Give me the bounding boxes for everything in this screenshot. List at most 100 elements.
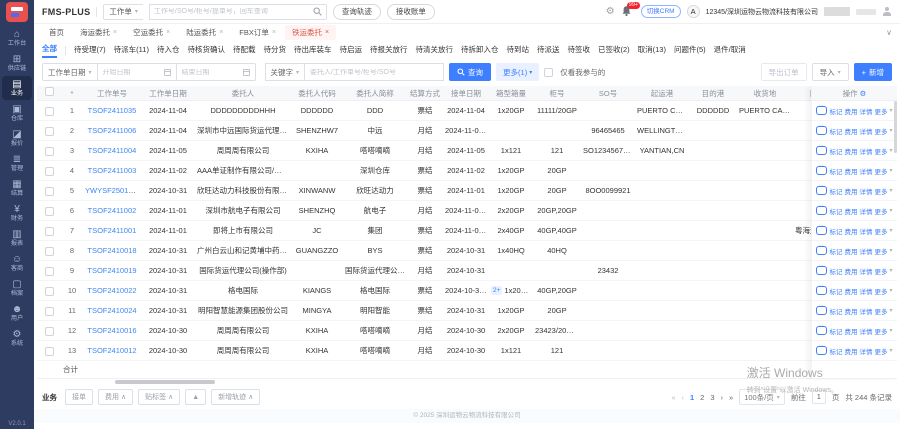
sidebar-item-4[interactable]: ◪报价 (2, 126, 32, 150)
action-更多[interactable]: 更多 (874, 306, 887, 316)
close-icon[interactable]: × (166, 29, 170, 36)
action-详情[interactable]: 详情 (859, 306, 872, 316)
action-更多[interactable]: 更多 (874, 246, 887, 256)
filter-tab-11[interactable]: 待拆卸入仓 (461, 44, 499, 57)
order-number-link[interactable]: TSOF2411002 (88, 206, 137, 215)
close-icon[interactable]: × (325, 29, 329, 36)
filter-tab-10[interactable]: 待清关放行 (415, 44, 453, 57)
row-checkbox[interactable] (45, 147, 54, 156)
action-更多[interactable]: 更多 (874, 166, 887, 176)
sidebar-item-11[interactable]: ☻用户 (2, 301, 32, 325)
action-标记[interactable]: 标记 (829, 166, 842, 176)
global-search-input[interactable] (154, 8, 313, 15)
action-更多[interactable]: 更多 (874, 326, 887, 336)
order-number-link[interactable]: TSOF2411006 (88, 126, 137, 135)
action-费用[interactable]: 费用 (844, 186, 857, 196)
import-button[interactable]: 导入 ▾ (812, 63, 849, 81)
filter-tab-16[interactable]: 取消(13) (638, 44, 666, 57)
filter-tab-1[interactable]: 待受理(7) (74, 44, 106, 57)
toolbar-button-2[interactable]: 贴标签∧ (138, 389, 180, 405)
select-all-checkbox[interactable] (45, 87, 54, 96)
page-button-1[interactable]: 1 (690, 393, 694, 402)
action-更多[interactable]: 更多 (874, 146, 887, 156)
action-费用[interactable]: 费用 (844, 266, 857, 276)
action-详情[interactable]: 详情 (859, 326, 872, 336)
sidebar-item-12[interactable]: ⚙系统 (2, 326, 32, 350)
filter-tab-18[interactable]: 退件/取消 (714, 44, 746, 57)
keyword-input[interactable] (310, 69, 438, 76)
action-标记[interactable]: 标记 (829, 246, 842, 256)
filter-tab-15[interactable]: 已签收(2) (598, 44, 630, 57)
action-详情[interactable]: 详情 (859, 246, 872, 256)
add-button[interactable]: + 新增 (854, 63, 892, 81)
sidebar-item-9[interactable]: ☺客商 (2, 251, 32, 275)
row-checkbox[interactable] (45, 287, 54, 296)
filter-tab-3[interactable]: 待入仓 (157, 44, 180, 57)
action-标记[interactable]: 标记 (829, 146, 842, 156)
action-费用[interactable]: 费用 (844, 146, 857, 156)
order-number-link[interactable]: TSOF2410022 (87, 286, 136, 295)
close-icon[interactable]: × (113, 29, 117, 36)
action-更多[interactable]: 更多 (874, 346, 887, 356)
filter-tab-8[interactable]: 待启运 (339, 44, 362, 57)
order-number-link[interactable]: TSOF2410019 (87, 266, 136, 275)
filter-tab-17[interactable]: 问题件(5) (674, 44, 706, 57)
action-费用[interactable]: 费用 (844, 106, 857, 116)
tab-sea[interactable]: 海运委托 × (73, 25, 124, 40)
action-更多[interactable]: 更多 (874, 266, 887, 276)
action-详情[interactable]: 详情 (859, 266, 872, 276)
sidebar-item-10[interactable]: ▢档案 (2, 276, 32, 300)
row-checkbox[interactable] (45, 127, 54, 136)
comment-icon[interactable] (816, 226, 827, 235)
filter-tab-0[interactable]: 全部 (42, 43, 57, 58)
start-date-field[interactable] (103, 69, 161, 76)
horizontal-scrollbar[interactable] (115, 380, 215, 384)
switch-crm-button[interactable]: 切换CRM (641, 5, 681, 18)
more-filters-button[interactable]: 更多(1) ▾ (496, 63, 539, 81)
start-date-input[interactable] (98, 63, 177, 81)
sidebar-item-1[interactable]: ⊞供应链 (2, 51, 32, 75)
action-详情[interactable]: 详情 (859, 346, 872, 356)
row-checkbox[interactable] (45, 347, 54, 356)
gear-icon[interactable]: ⚙ (860, 89, 867, 98)
row-checkbox[interactable] (45, 227, 54, 236)
order-number-link[interactable]: TSOF2411003 (88, 166, 137, 175)
filter-tab-6[interactable]: 待分货 (263, 44, 286, 57)
query-button[interactable]: 查询 (449, 63, 491, 81)
app-logo-icon[interactable] (6, 2, 28, 22)
comment-icon[interactable] (816, 206, 827, 215)
row-checkbox[interactable] (45, 167, 54, 176)
row-checkbox[interactable] (45, 207, 54, 216)
receive-bill-button[interactable]: 接收账单 (387, 4, 435, 20)
action-更多[interactable]: 更多 (874, 286, 887, 296)
sidebar-item-8[interactable]: ▥报表 (2, 226, 32, 250)
vertical-scrollbar[interactable] (894, 101, 897, 153)
tab-land[interactable]: 陆运委托 × (179, 25, 230, 40)
avatar[interactable]: A (687, 5, 700, 18)
last-page-button[interactable]: » (729, 393, 733, 402)
comment-icon[interactable] (816, 166, 827, 175)
search-icon[interactable] (313, 7, 322, 16)
row-checkbox[interactable] (45, 107, 54, 116)
sidebar-item-5[interactable]: ≣管理 (2, 151, 32, 175)
action-详情[interactable]: 详情 (859, 206, 872, 216)
comment-icon[interactable] (816, 146, 827, 155)
action-费用[interactable]: 费用 (844, 226, 857, 236)
order-number-link[interactable]: TSOF2410012 (87, 346, 136, 355)
order-number-link[interactable]: TSOF2410016 (87, 326, 136, 335)
page-button-3[interactable]: 3 (710, 393, 714, 402)
goto-page-input[interactable] (812, 390, 826, 404)
row-checkbox[interactable] (45, 307, 54, 316)
tab-rail-active[interactable]: 铁运委托 × (285, 25, 336, 40)
row-checkbox[interactable] (45, 247, 54, 256)
sidebar-item-7[interactable]: ¥财务 (2, 201, 32, 225)
account-name[interactable]: 12345/深圳运物云物流科技有限公司 (706, 7, 818, 17)
toolbar-button-3[interactable]: ▲ (185, 389, 206, 405)
comment-icon[interactable] (816, 346, 827, 355)
help-icon[interactable]: ⚙ (606, 6, 615, 17)
date-field-select[interactable]: 工作单日期 ▾ (42, 63, 98, 81)
track-query-button[interactable]: 查询轨迹 (333, 4, 381, 20)
row-checkbox[interactable] (45, 267, 54, 276)
toolbar-button-4[interactable]: 新增轨迹∧ (211, 389, 260, 405)
action-费用[interactable]: 费用 (844, 306, 857, 316)
